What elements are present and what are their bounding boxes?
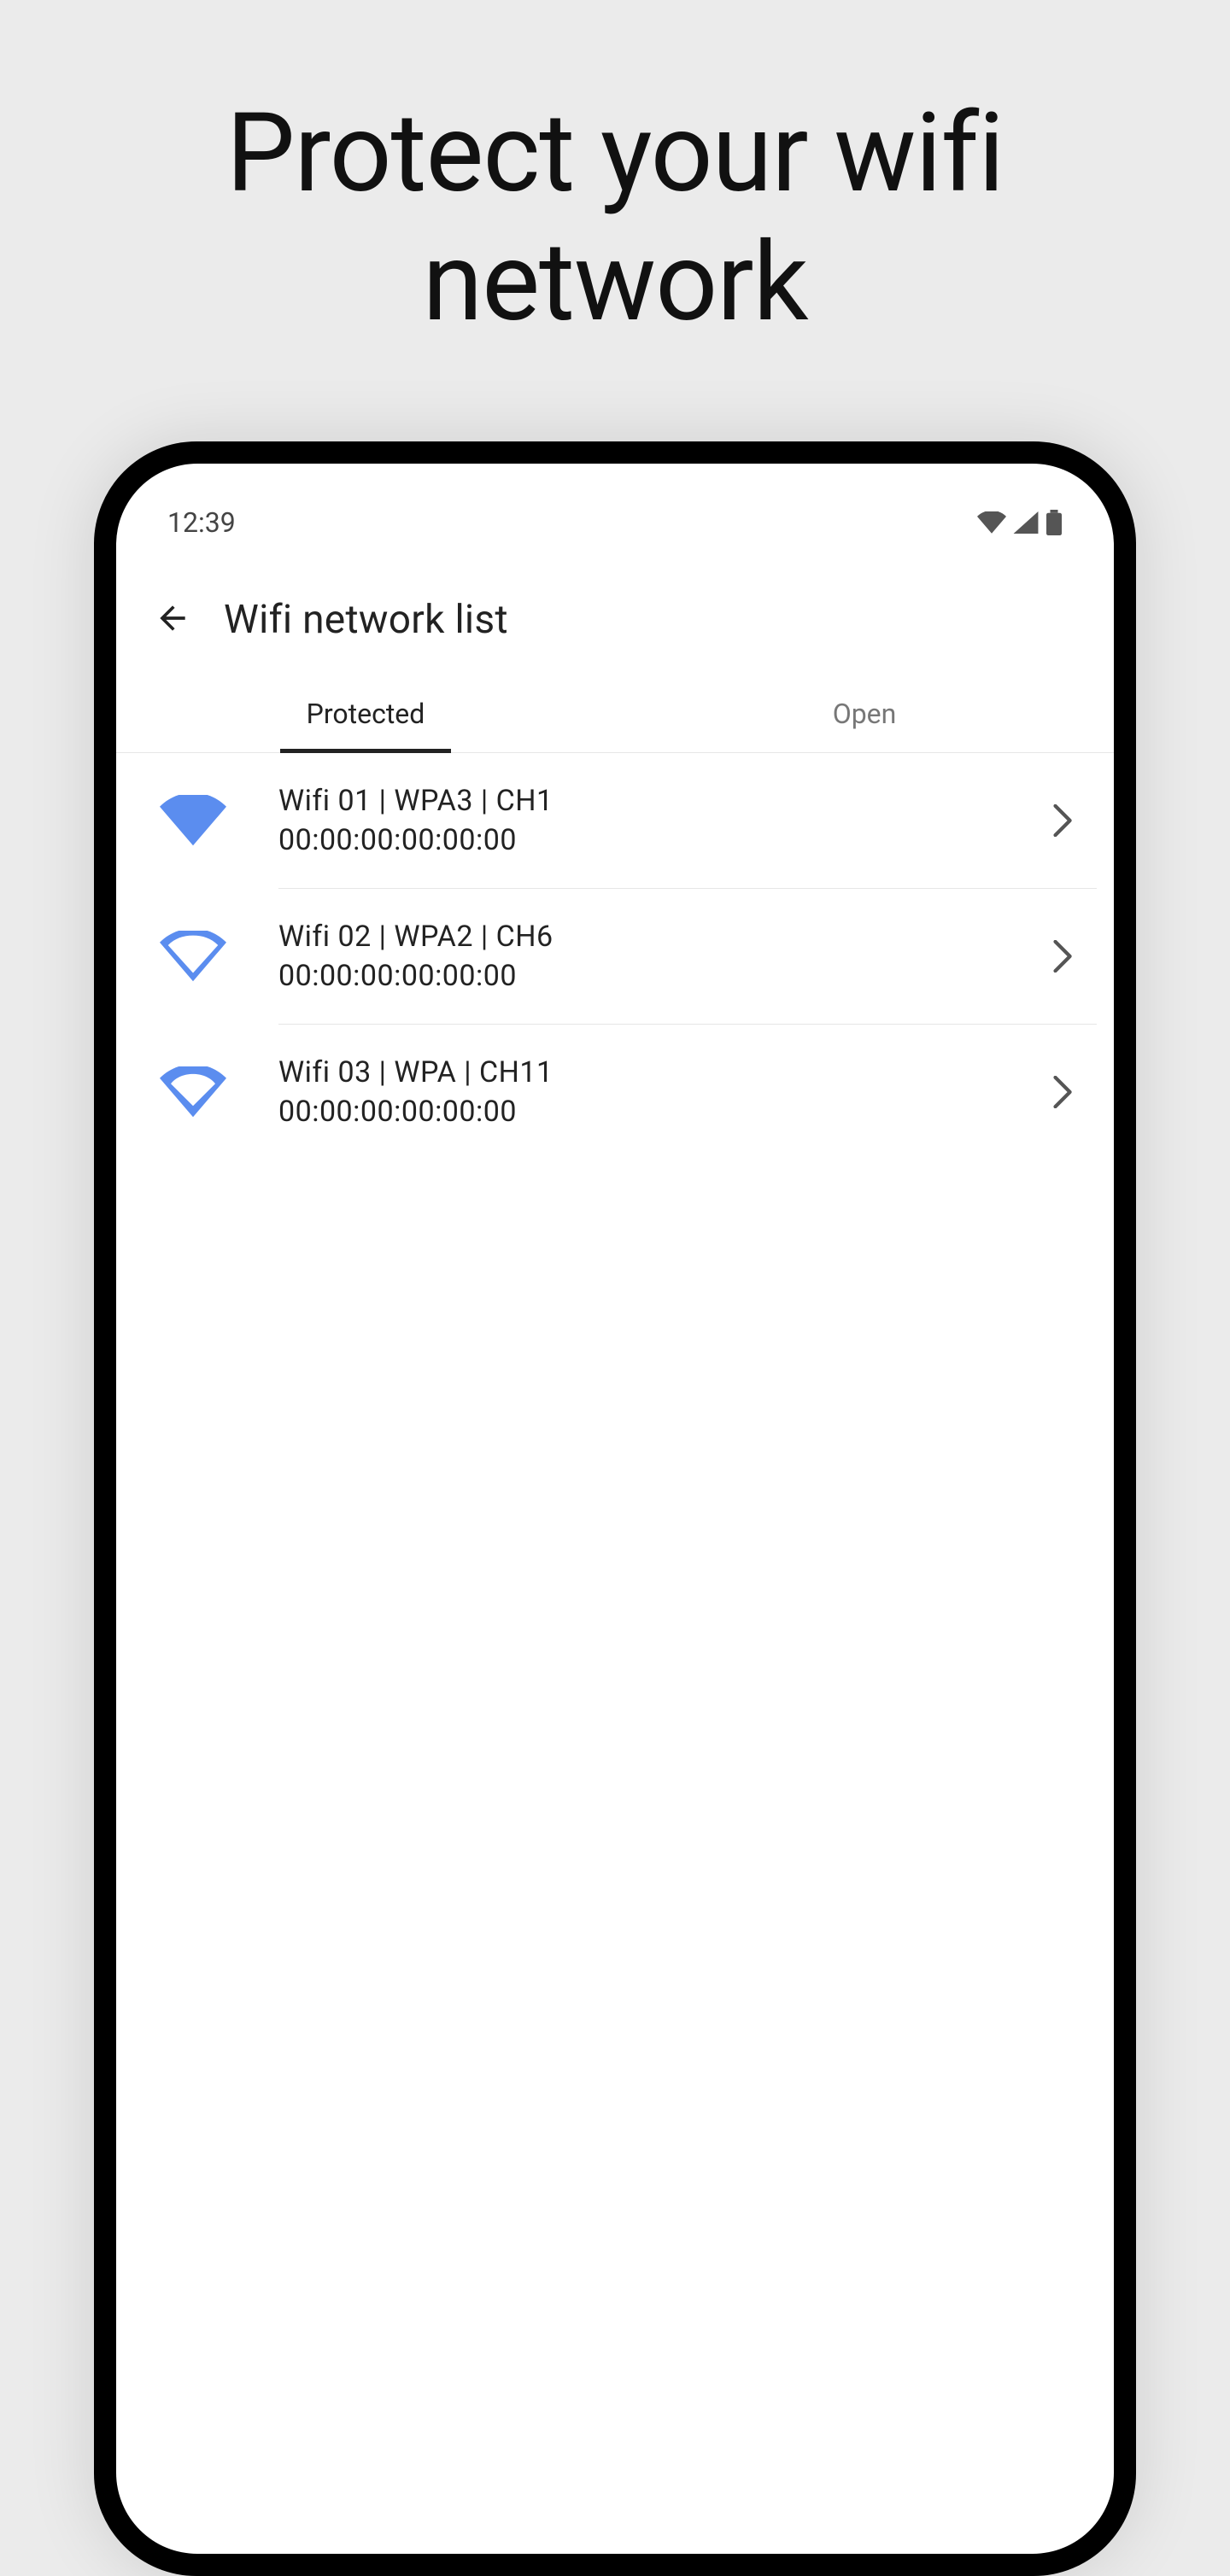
wifi-row[interactable]: Wifi 02 | WPA2 | CH6 00:00:00:00:00:00 <box>116 889 1114 1024</box>
wifi-row[interactable]: Wifi 03 | WPA | CH11 00:00:00:00:00:00 <box>116 1025 1114 1159</box>
wifi-row-text: Wifi 02 | WPA2 | CH6 00:00:00:00:00:00 <box>278 920 1008 993</box>
status-time: 12:39 <box>167 506 236 539</box>
wifi-signal-full-icon <box>142 795 244 846</box>
status-icons <box>977 510 1063 535</box>
wifi-status-icon <box>977 511 1006 534</box>
wifi-row-mac: 00:00:00:00:00:00 <box>278 823 1008 857</box>
back-button[interactable] <box>154 599 191 640</box>
tab-open[interactable]: Open <box>615 672 1114 752</box>
phone-frame-wrap: 12:39 <box>0 441 1230 2576</box>
hero-title-line2: network <box>423 219 808 347</box>
chevron-right-icon <box>1042 940 1085 973</box>
wifi-row-mac: 00:00:00:00:00:00 <box>278 959 1008 993</box>
tab-protected[interactable]: Protected <box>116 672 615 752</box>
wifi-signal-medium-icon <box>142 931 244 982</box>
battery-status-icon <box>1046 510 1063 535</box>
app-bar: Wifi network list <box>116 549 1114 672</box>
wifi-row-title: Wifi 02 | WPA2 | CH6 <box>278 920 1008 954</box>
wifi-row-title: Wifi 03 | WPA | CH11 <box>278 1055 1008 1089</box>
wifi-row-title: Wifi 01 | WPA3 | CH1 <box>278 784 1008 818</box>
status-bar: 12:39 <box>116 464 1114 549</box>
wifi-row-text: Wifi 03 | WPA | CH11 00:00:00:00:00:00 <box>278 1055 1008 1129</box>
wifi-list: Wifi 01 | WPA3 | CH1 00:00:00:00:00:00 <box>116 753 1114 1159</box>
chevron-right-icon <box>1042 1076 1085 1108</box>
cellular-status-icon <box>1013 511 1039 534</box>
hero-title: Protect your wifi network <box>0 0 1230 348</box>
wifi-signal-low-icon <box>142 1066 244 1118</box>
tab-open-label: Open <box>833 698 897 730</box>
hero-title-line1: Protect your wifi <box>226 90 1004 218</box>
chevron-right-icon <box>1042 804 1085 837</box>
wifi-row[interactable]: Wifi 01 | WPA3 | CH1 00:00:00:00:00:00 <box>116 753 1114 888</box>
wifi-row-mac: 00:00:00:00:00:00 <box>278 1095 1008 1129</box>
tabs: Protected Open <box>116 672 1114 753</box>
wifi-row-text: Wifi 01 | WPA3 | CH1 00:00:00:00:00:00 <box>278 784 1008 857</box>
phone-frame: 12:39 <box>94 441 1136 2576</box>
tab-protected-label: Protected <box>307 698 425 730</box>
page-title: Wifi network list <box>224 597 508 643</box>
phone-screen: 12:39 <box>116 464 1114 2554</box>
